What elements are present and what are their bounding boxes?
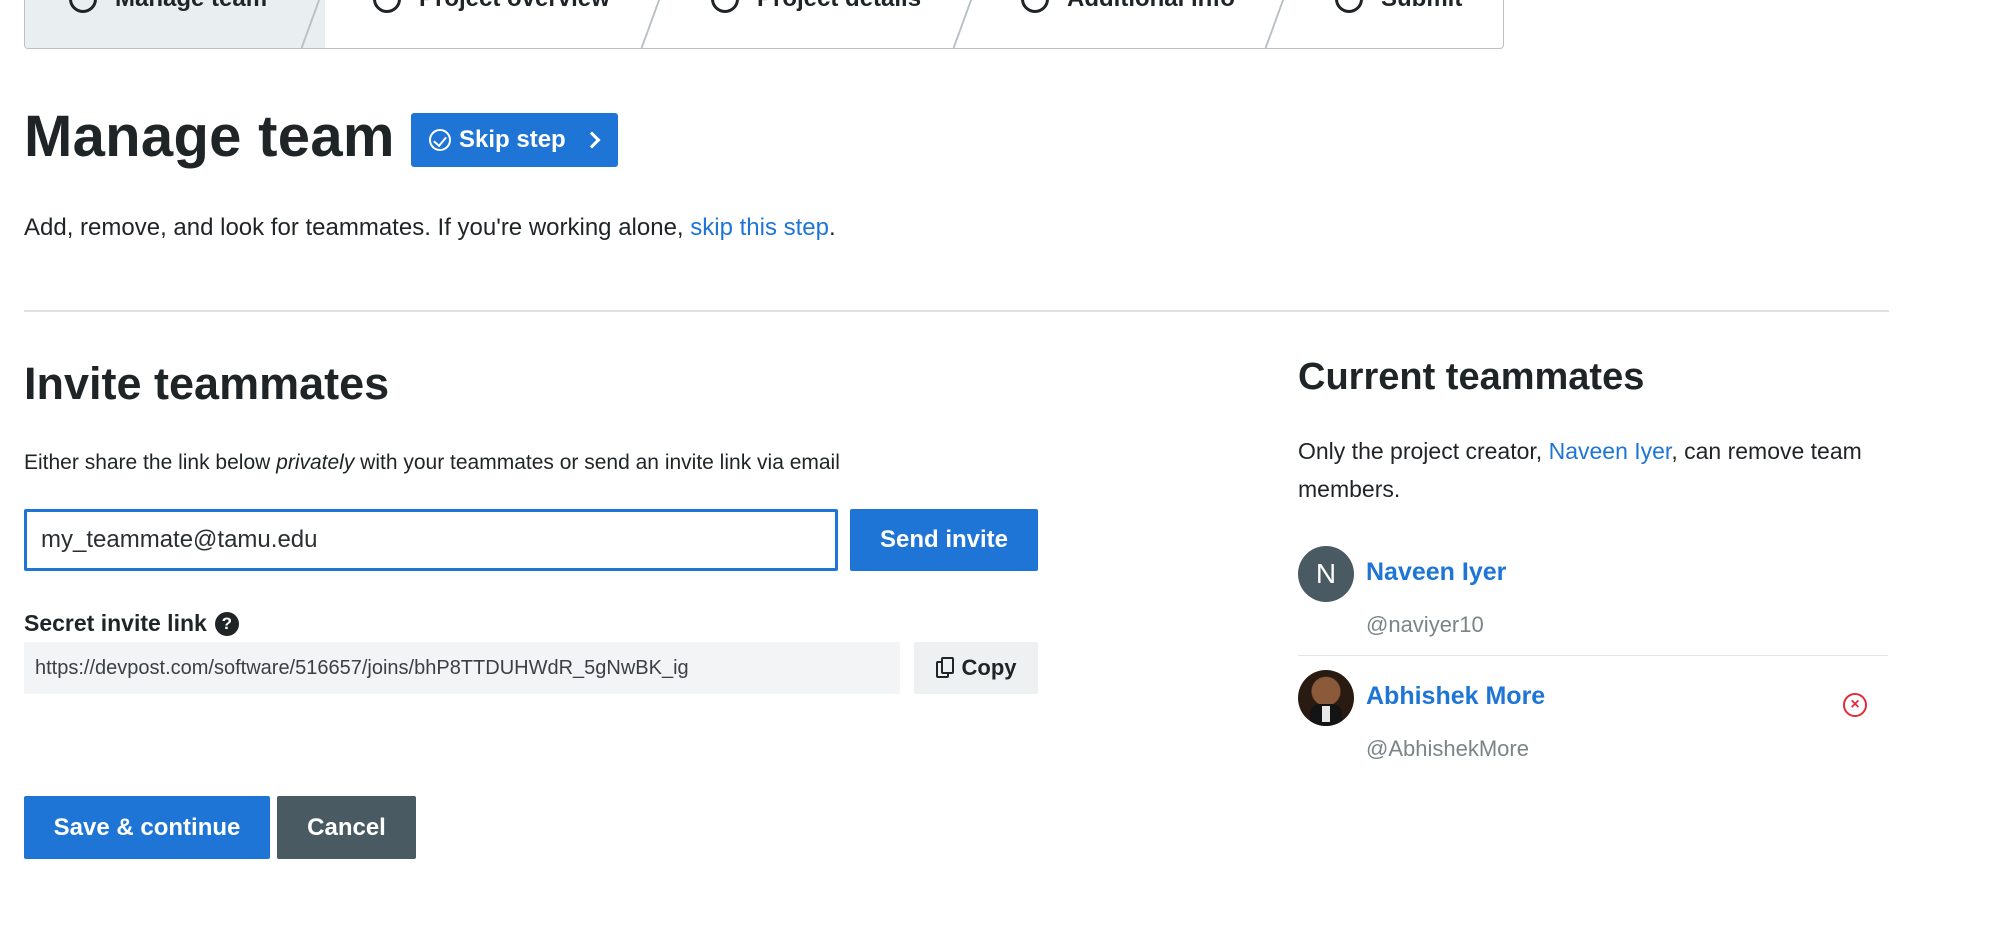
invite-description: Either share the link below privately wi… — [24, 451, 840, 475]
copy-icon — [935, 657, 954, 679]
cancel-button[interactable]: Cancel — [277, 796, 416, 859]
step-project-details[interactable]: Project details — [711, 0, 921, 48]
avatar — [1298, 670, 1354, 726]
step-circle-icon — [1335, 0, 1363, 13]
chevron-right-icon — [583, 131, 601, 149]
invite-heading: Invite teammates — [24, 358, 390, 409]
teammate-handle: @naviyer10 — [1366, 612, 1484, 637]
teammate-handle: @AbhishekMore — [1366, 736, 1529, 761]
secret-label-text: Secret invite link — [24, 610, 207, 636]
send-invite-button[interactable]: Send invite — [850, 509, 1038, 571]
skip-step-button[interactable]: Skip step — [411, 113, 618, 167]
step-label: Project overview — [419, 0, 610, 13]
teammate-name[interactable]: Naveen Iyer — [1366, 558, 1506, 587]
skip-this-step-link[interactable]: skip this step — [690, 214, 829, 241]
step-divider — [951, 0, 979, 48]
page-title: Manage team — [24, 104, 395, 169]
step-circle-icon — [373, 0, 401, 13]
invite-desc-emphasis: privately — [276, 451, 355, 474]
intro-text-body: Add, remove, and look for teammates. If … — [24, 214, 691, 241]
invite-desc-start: Either share the link below — [24, 451, 277, 474]
divider — [24, 310, 1889, 312]
step-label: Submit — [1381, 0, 1462, 13]
step-project-overview[interactable]: Project overview — [373, 0, 610, 48]
secret-link-label: Secret invite link ? — [24, 610, 239, 637]
current-desc-start: Only the project creator, — [1298, 438, 1549, 464]
current-teammates-heading: Current teammates — [1298, 356, 1645, 398]
current-teammates-description: Only the project creator, Naveen Iyer, c… — [1298, 432, 1898, 508]
email-input[interactable] — [24, 509, 838, 571]
save-continue-button[interactable]: Save & continue — [24, 796, 270, 859]
step-circle-icon — [69, 0, 97, 13]
step-divider — [639, 0, 667, 48]
step-additional-info[interactable]: Additional info — [1021, 0, 1235, 48]
check-circle-icon — [429, 129, 451, 151]
invite-desc-end: with your teammates or send an invite li… — [354, 451, 840, 474]
teammate-name[interactable]: Abhishek More — [1366, 682, 1545, 711]
step-circle-icon — [711, 0, 739, 13]
teammate-divider — [1298, 655, 1888, 656]
skip-step-label: Skip step — [459, 126, 566, 153]
step-manage-team[interactable]: Manage team — [69, 0, 267, 48]
intro-suffix: . — [828, 214, 836, 241]
step-label: Manage team — [115, 0, 267, 13]
steps-bar: Manage team Project overview Project det… — [24, 0, 1504, 49]
remove-teammate-icon[interactable]: × — [1843, 693, 1867, 717]
copy-button[interactable]: Copy — [914, 642, 1038, 694]
copy-label: Copy — [961, 655, 1017, 680]
step-circle-icon — [1021, 0, 1049, 13]
step-divider — [1263, 0, 1291, 48]
step-submit[interactable]: Submit — [1335, 0, 1462, 48]
secret-invite-link-field[interactable]: https://devpost.com/software/516657/join… — [24, 642, 900, 694]
creator-link[interactable]: Naveen Iyer — [1549, 438, 1672, 464]
step-label: Additional info — [1067, 0, 1235, 13]
intro-text: Add, remove, and look for teammates. If … — [24, 214, 836, 242]
avatar: N — [1298, 546, 1354, 602]
help-icon[interactable]: ? — [214, 611, 239, 636]
step-label: Project details — [757, 0, 921, 13]
